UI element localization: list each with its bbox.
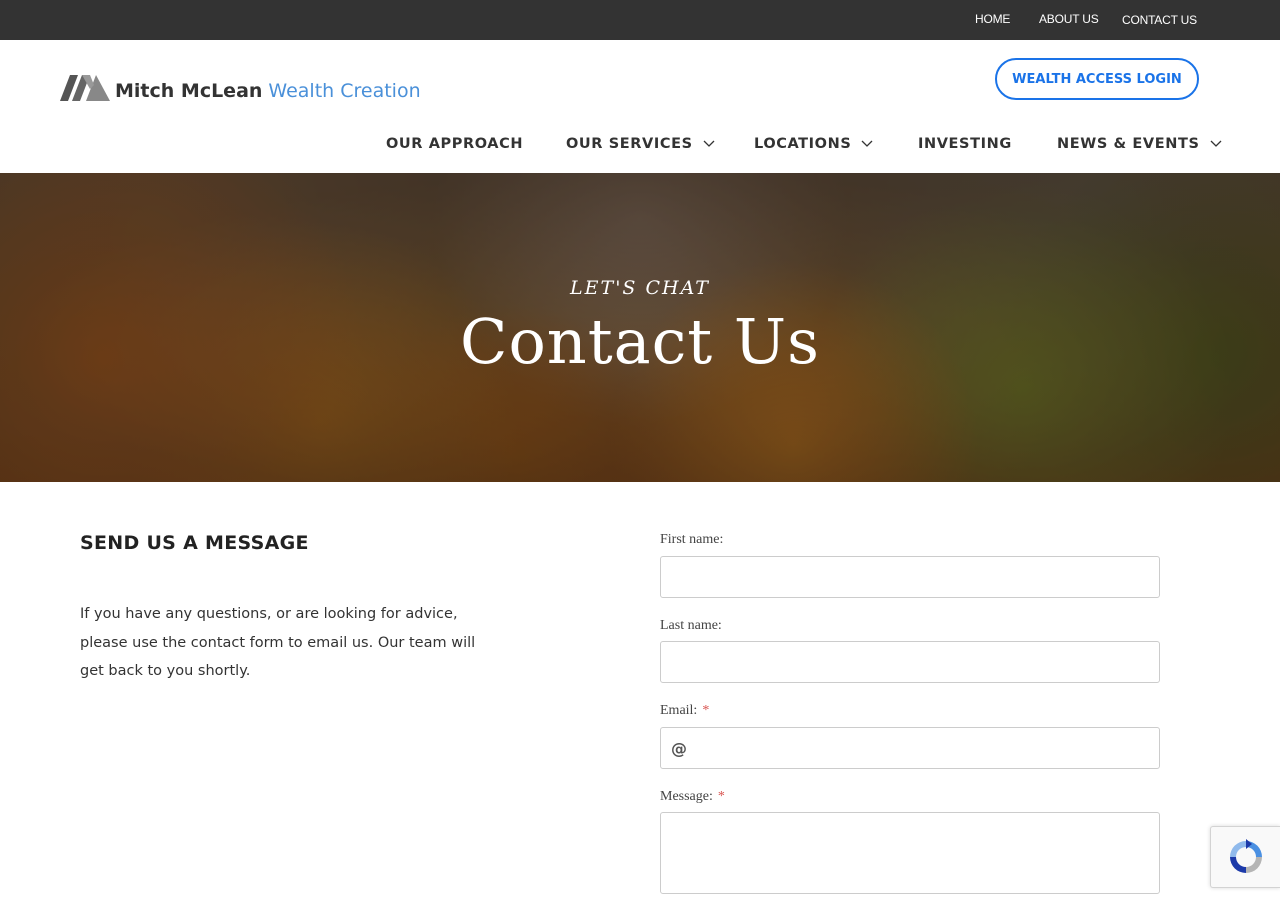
utility-link-contact[interactable]: CONTACT US bbox=[1122, 13, 1197, 27]
utility-bar: HOME ABOUT US CONTACT US bbox=[0, 0, 1280, 40]
nav-item-label: NEWS & EVENTS bbox=[1057, 136, 1200, 152]
hero-kicker: LET'S CHAT bbox=[570, 277, 710, 299]
intro-paragraph: If you have any questions, or are lookin… bbox=[80, 606, 476, 679]
section-heading: SEND US A MESSAGE bbox=[80, 532, 309, 554]
chevron-down-icon bbox=[703, 140, 715, 147]
recaptcha-badge[interactable] bbox=[1210, 826, 1280, 888]
nav-item-label: INVESTING bbox=[918, 136, 1012, 152]
nav-item-our-services[interactable]: OUR SERVICES bbox=[566, 136, 715, 152]
chevron-down-icon bbox=[861, 140, 873, 147]
nav-item-locations[interactable]: LOCATIONS bbox=[754, 136, 873, 152]
nav-item-news-events[interactable]: NEWS & EVENTS bbox=[1057, 136, 1222, 152]
recaptcha-icon bbox=[1229, 839, 1262, 873]
page-title: Contact Us bbox=[460, 305, 820, 378]
chevron-down-icon bbox=[1210, 140, 1221, 147]
required-marker: * bbox=[717, 789, 725, 804]
nav-item-investing[interactable]: INVESTING bbox=[918, 136, 1012, 152]
utility-link-home[interactable]: HOME bbox=[975, 12, 1010, 26]
last-name-label: Last name: bbox=[660, 618, 722, 633]
utility-link-about[interactable]: ABOUT US bbox=[1039, 12, 1099, 26]
nav-item-label: LOCATIONS bbox=[754, 136, 852, 152]
brand-logo[interactable]: Mitch McLean Wealth Creation bbox=[60, 73, 421, 103]
email-label: Email: * bbox=[660, 703, 710, 718]
email-field[interactable] bbox=[660, 727, 1160, 769]
nav-item-our-approach[interactable]: OUR APPROACH bbox=[386, 136, 523, 152]
message-label: Message: * bbox=[660, 789, 725, 804]
brand-tagline: Wealth Creation bbox=[268, 80, 421, 102]
message-intro-section: SEND US A MESSAGE bbox=[80, 532, 480, 554]
nav-item-label: OUR SERVICES bbox=[566, 136, 693, 152]
at-icon: @ bbox=[671, 739, 687, 758]
main-nav: OUR APPROACH OUR SERVICES LOCATIONS INVE… bbox=[0, 136, 1280, 160]
site-header: Mitch McLean Wealth Creation WEALTH ACCE… bbox=[0, 40, 1280, 173]
brand-name: Mitch McLean bbox=[115, 80, 263, 102]
first-name-field[interactable] bbox=[660, 556, 1160, 598]
last-name-field[interactable] bbox=[660, 641, 1160, 683]
brand-logo-mark bbox=[60, 75, 110, 101]
hero-banner: LET'S CHAT Contact Us bbox=[0, 173, 1280, 482]
wealth-access-login-button[interactable]: WEALTH ACCESS LOGIN bbox=[995, 58, 1199, 100]
message-field[interactable] bbox=[660, 812, 1160, 894]
nav-item-label: OUR APPROACH bbox=[386, 136, 524, 152]
first-name-label: First name: bbox=[660, 532, 724, 547]
required-marker: * bbox=[702, 703, 710, 718]
